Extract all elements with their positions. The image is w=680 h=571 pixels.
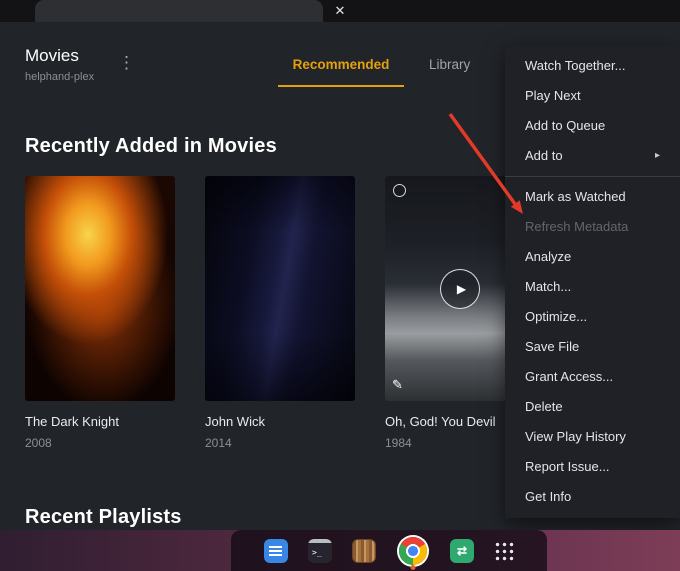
section-recently-added: Recently Added in Movies [25, 135, 277, 157]
documents-icon[interactable] [352, 538, 376, 563]
menu-item-label: Add to [525, 148, 563, 163]
movie-poster[interactable] [205, 176, 355, 401]
plex-window: ✕ Movies helphand-plex ⋮ Recommended Lib… [0, 0, 680, 571]
server-name: helphand-plex [25, 71, 95, 83]
terminal-icon[interactable]: >_ [308, 538, 332, 563]
tab-recommended[interactable]: Recommended [278, 57, 404, 87]
menu-item-add-to[interactable]: Add to ▸ [505, 141, 680, 171]
movie-year: 2014 [205, 436, 232, 450]
menu-item-get-info[interactable]: Get Info [505, 482, 680, 512]
movie-title[interactable]: John Wick [205, 414, 355, 429]
menu-separator [505, 176, 680, 177]
section-recent-playlists: Recent Playlists [25, 506, 182, 528]
edit-pencil-icon[interactable]: ✎ [392, 377, 403, 393]
movie-card: John Wick 2014 [205, 176, 355, 450]
menu-item-save-file[interactable]: Save File [505, 332, 680, 362]
menu-item-view-play-history[interactable]: View Play History [505, 422, 680, 452]
menu-item-analyze[interactable]: Analyze [505, 242, 680, 272]
menu-item-optimize[interactable]: Optimize... [505, 302, 680, 332]
chrome-icon [399, 536, 427, 565]
menu-item-grant-access[interactable]: Grant Access... [505, 362, 680, 392]
menu-item-refresh-metadata: Refresh Metadata [525, 219, 629, 234]
menu-item-mark-as-watched[interactable]: Mark as Watched [505, 182, 680, 212]
movie-title[interactable]: The Dark Knight [25, 414, 175, 429]
page-title: Movies [25, 46, 79, 65]
menu-item-add-to-queue[interactable]: Add to Queue [505, 111, 680, 141]
text-editor-icon[interactable] [264, 538, 288, 563]
menu-item-watch-together[interactable]: Watch Together... [505, 51, 680, 81]
menu-item-delete[interactable]: Delete [505, 392, 680, 422]
submenu-arrow-icon: ▸ [654, 150, 660, 161]
browser-tab[interactable] [35, 0, 323, 22]
close-icon[interactable]: ✕ [331, 2, 349, 20]
movie-year: 2008 [25, 436, 52, 450]
movie-poster[interactable] [25, 176, 175, 401]
movie-card: The Dark Knight 2008 [25, 176, 175, 450]
select-circle-icon[interactable] [393, 184, 406, 197]
terminal-glyph: >_ [312, 547, 322, 557]
play-button[interactable]: ▶ [440, 268, 480, 309]
menu-item-report-issue[interactable]: Report Issue... [505, 452, 680, 482]
menu-item-play-next[interactable]: Play Next [505, 81, 680, 111]
more-options-icon[interactable]: ⋮ [118, 53, 135, 73]
app-grid-icon[interactable] [494, 540, 514, 561]
desktop-dock: >_ ⇄ [0, 530, 680, 571]
chrome-launcher[interactable] [396, 530, 430, 571]
running-indicator-dot [410, 565, 416, 570]
context-menu: Watch Together... Play Next Add to Queue… [505, 45, 680, 518]
browser-top-strip: ✕ [0, 0, 680, 22]
menu-item-match[interactable]: Match... [505, 272, 680, 302]
software-updater-icon[interactable]: ⇄ [450, 538, 474, 563]
tab-library[interactable]: Library [429, 57, 470, 72]
dock-dash: >_ ⇄ [231, 530, 547, 571]
